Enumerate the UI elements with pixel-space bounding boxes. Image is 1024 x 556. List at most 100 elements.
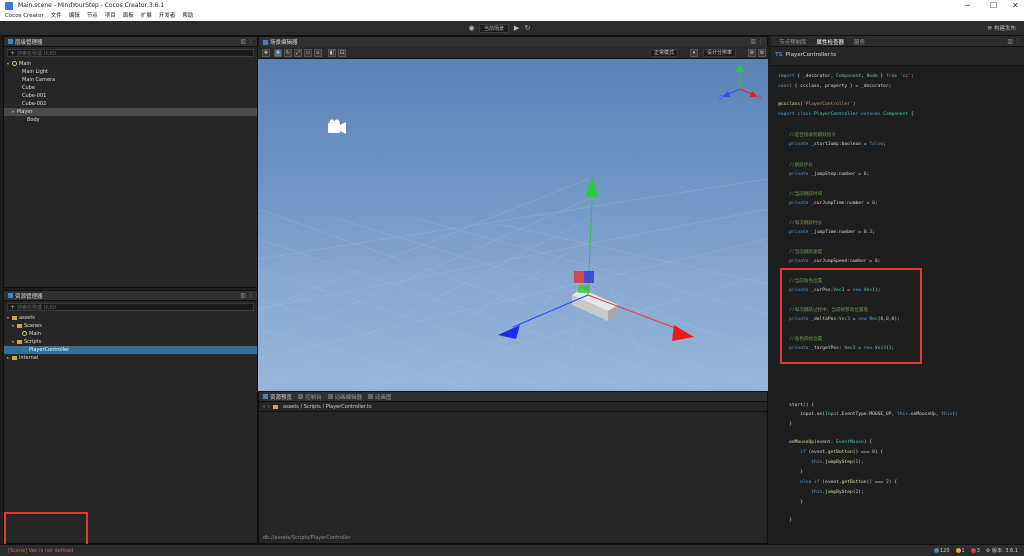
maximize-button[interactable]: ☐ <box>990 1 997 10</box>
tree-node-label: Main <box>19 61 31 67</box>
info-count[interactable]: 120 <box>934 547 950 554</box>
folder-icon <box>17 323 22 328</box>
menu-item[interactable]: 编辑 <box>69 13 80 19</box>
menu-bar: Cocos Creator 文件 编辑 节点 项目 面板 扩展 开发者 帮助 <box>0 12 1024 21</box>
menu-item[interactable]: Cocos Creator <box>5 13 44 19</box>
rotate-tool-icon[interactable]: ↻ <box>284 49 292 57</box>
close-button[interactable]: ✕ <box>1012 1 1019 10</box>
menu-item[interactable]: 节点 <box>87 13 98 19</box>
assets-panel: 资源管理器 ▥ ⋮ + 搜索名称或 UUID ▾ assets ▾ Scenes Mai… <box>3 290 258 544</box>
inspector-file-name: PlayerController.ts <box>785 52 837 58</box>
hierarchy-tab[interactable]: 层级管理器 <box>15 38 43 46</box>
tree-node[interactable]: Cube <box>4 84 257 92</box>
snap-tool-icon[interactable]: ∪ <box>314 49 322 57</box>
menu-item[interactable]: 帮助 <box>182 13 193 19</box>
hand-tool-icon[interactable]: ✥ <box>262 49 270 57</box>
inspector-tab[interactable]: 服务 <box>854 38 865 46</box>
view-mode-chevron-icon[interactable]: ▾ <box>690 49 698 57</box>
code-line-input-on: input.on(Input.EventType.MOUSE_UP, this.… <box>778 412 958 417</box>
tree-node-label: Body <box>27 117 40 123</box>
tree-node[interactable]: ▾ Main <box>4 60 257 68</box>
scene-tab-bar: 场景编辑器 ▥ ⋮ <box>258 36 768 48</box>
minimize-button[interactable]: ─ <box>965 1 970 10</box>
play-icon[interactable]: ▶ <box>513 25 520 32</box>
info-dot-icon <box>934 547 939 553</box>
bottom-tab[interactable]: 控制台 <box>298 393 322 401</box>
panel-menu-icon[interactable]: ▥ ⋮ <box>240 38 254 45</box>
scene-editor-tab[interactable]: 场景编辑器 <box>270 38 298 46</box>
forward-icon[interactable]: › <box>268 404 270 410</box>
warn-dot-icon <box>955 547 961 553</box>
svg-text:X: X <box>758 95 762 101</box>
scene-settings-icon[interactable]: ⚙ <box>748 49 756 57</box>
menu-item[interactable]: 项目 <box>105 13 116 19</box>
inspector-tab[interactable]: 属性检查器 <box>817 38 845 46</box>
menu-item[interactable]: 面板 <box>123 13 134 19</box>
scene-menu-icon[interactable]: ▥ ⋮ <box>750 38 764 45</box>
tree-node-label: Cube-002 <box>22 101 47 107</box>
bottom-tab[interactable]: 资源预览 <box>263 393 292 401</box>
code-line-startjump: private _startJump:boolean = false; <box>789 142 886 147</box>
hierarchy-search-input[interactable]: 搜索名称或 UUID <box>17 50 56 57</box>
error-dot-icon <box>970 547 976 553</box>
scene-viewport[interactable]: Y Z X <box>258 59 768 391</box>
tree-node[interactable]: ▾ Player <box>4 108 257 116</box>
code-line-jumptime: private _jumpTime:number = 0.3; <box>789 230 875 235</box>
rect-tool-icon[interactable]: ▭ <box>304 49 312 57</box>
tree-node[interactable]: Cube-002 <box>4 100 257 108</box>
tree-node[interactable]: Main <box>4 330 257 338</box>
bottom-tab-label: 控制台 <box>305 394 322 401</box>
bottom-tab-icon <box>298 394 304 399</box>
tree-node[interactable]: PlayerController <box>4 346 257 354</box>
pivot-icon[interactable]: ◧ <box>328 49 336 57</box>
error-count-value: 3 <box>976 547 980 554</box>
orientation-gizmo-icon: Y Z X <box>719 64 762 101</box>
inspector-menu-icon[interactable]: ▥ ⋮ <box>1007 38 1021 45</box>
bottom-tab-icon <box>368 394 374 399</box>
code-line-comment-1: //是否接收到跳跃指令 <box>778 133 836 138</box>
folder-icon <box>12 355 17 360</box>
tree-node[interactable]: ▸ internal <box>4 354 257 362</box>
build-button[interactable]: ⚒ 构建发布 <box>987 24 1016 32</box>
code-line-close-2: } <box>778 470 803 475</box>
view-mode-dropdown[interactable]: 正常模式 <box>650 49 679 57</box>
tree-node[interactable]: Main Light <box>4 68 257 76</box>
tree-node[interactable]: Main Camera <box>4 76 257 84</box>
scene-select-dropdown[interactable]: 当前场景 <box>479 24 510 33</box>
menu-item[interactable]: 扩展 <box>141 13 152 19</box>
error-message[interactable]: [Scene] Vec is not defined <box>8 548 73 554</box>
bottom-tab[interactable]: 动画图 <box>368 393 392 401</box>
error-count[interactable]: 3 <box>970 547 980 554</box>
tree-node[interactable]: Body <box>4 116 257 124</box>
local-icon[interactable]: ⊡ <box>338 49 346 57</box>
assets-search-input[interactable]: 搜索名称或 UUID <box>17 304 56 311</box>
version-label: 版本: 3.6.1 <box>992 548 1018 554</box>
add-asset-icon[interactable]: + <box>10 304 15 311</box>
assets-tab[interactable]: 资源管理器 <box>15 292 43 300</box>
hierarchy-search[interactable]: + 搜索名称或 UUID <box>7 49 254 57</box>
tree-node[interactable]: ▾ Scenes <box>4 322 257 330</box>
refresh-icon[interactable]: ↻ <box>524 25 531 32</box>
code-line-comment-5: //当前跳跃速度 <box>778 250 823 255</box>
bottom-tab[interactable]: 动画编辑器 <box>327 393 362 401</box>
menu-item[interactable]: 开发者 <box>159 13 176 19</box>
inspector-tab[interactable]: 节点预制库 <box>779 38 807 46</box>
assets-menu-icon[interactable]: ▥ ⋮ <box>240 292 254 299</box>
scene-gear-icon[interactable]: ⚙ <box>758 49 766 57</box>
move-tool-icon[interactable]: ✚ <box>274 49 282 57</box>
add-node-icon[interactable]: + <box>10 50 15 57</box>
code-line-start: start() { <box>789 403 814 408</box>
resolution-dropdown[interactable]: 设计分辨率 <box>703 49 737 57</box>
tree-node[interactable]: Cube-001 <box>4 92 257 100</box>
hierarchy-panel: 层级管理器 ▥ ⋮ + 搜索名称或 UUID ▾ Main Main Light Ma… <box>3 36 258 288</box>
tree-node[interactable]: ▾ assets <box>4 314 257 322</box>
menu-item[interactable]: 文件 <box>51 13 62 19</box>
warn-count[interactable]: 1 <box>955 547 965 554</box>
back-icon[interactable]: ‹ <box>263 404 265 410</box>
assets-tree: ▾ assets ▾ Scenes Main ▾ Scripts PlayerControll… <box>4 313 257 363</box>
main-toolbar: ◉ 当前场景 ▶ ↻ ⚒ 构建发布 <box>0 21 1024 36</box>
tree-node[interactable]: ▾ Scripts <box>4 338 257 346</box>
assets-icon <box>8 293 13 298</box>
scale-tool-icon[interactable]: ⤢ <box>294 49 302 57</box>
assets-search[interactable]: + 搜索名称或 UUID <box>7 303 254 311</box>
